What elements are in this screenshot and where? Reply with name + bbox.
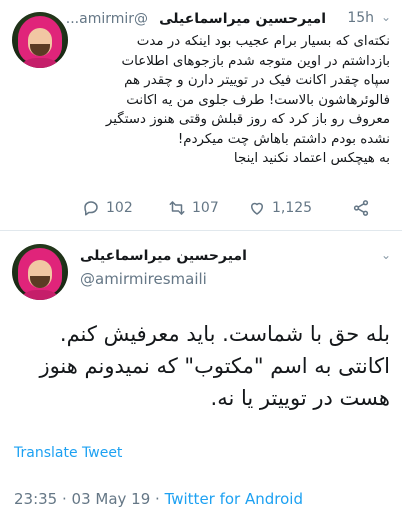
chevron-down-icon[interactable]: ⌄ (378, 248, 394, 264)
retweet-icon (169, 201, 185, 215)
tweet-meta: 23:35 · 03 May 19 · Twitter for Android (14, 490, 303, 508)
tweet-text-line: سپاه چقدر اکانت فیک در توییتر دارن و چقد… (124, 73, 390, 88)
avatar[interactable] (12, 12, 68, 68)
timestamp: 23:35 · 03 May 19 · (14, 490, 165, 508)
like-count: 1,125 (272, 200, 313, 216)
tweet-separator (0, 230, 402, 231)
chevron-down-icon[interactable]: ⌄ (378, 10, 394, 26)
heart-icon (251, 202, 263, 215)
source-link[interactable]: Twitter for Android (165, 490, 303, 508)
reply-icon (84, 201, 98, 216)
tweet-1-text: نکته‌ای که بسیار برام عجیب بود اینکه در … (82, 32, 390, 169)
tweet-text-line: اکانتی به اسم "مکتوب" که نمیدونم هنوز (39, 354, 390, 378)
tweet-text-line: هست در توییتر یا نه. (210, 386, 390, 410)
tweet-text-line: معروف رو باز کرد که روز قبلش وقتی هنوز د… (105, 112, 390, 127)
reply-count: 102 (106, 200, 133, 216)
handle[interactable]: @amirmir... (66, 11, 148, 27)
tweet-text-line: بله حق با شماست. باید معرفیش کنم. (59, 322, 390, 346)
share-button[interactable] (352, 196, 376, 220)
display-name[interactable]: امیرحسین میراسماعیلی (80, 248, 247, 264)
translate-tweet-link[interactable]: Translate Tweet (14, 445, 122, 461)
like-button[interactable]: 1,125 (248, 196, 312, 220)
tweet-text-line: به هیچکس اعتماد نکنید اینجا (233, 151, 390, 166)
display-name[interactable]: امیرحسین میراسماعیلی (159, 11, 326, 27)
tweet-1-header: امیرحسین میراسماعیلی @amirmir... (66, 8, 326, 30)
tweet-1[interactable]: امیرحسین میراسماعیلی @amirmir... 15h ⌄ ن… (0, 0, 402, 230)
tweet-text-line: فالوئرهاشون بالاست! طرف جلوی من یه اکانت (126, 92, 390, 108)
tweet-actions: 102 107 1,125 (82, 196, 382, 220)
handle[interactable]: @amirmiresmaili (80, 270, 207, 288)
avatar[interactable] (12, 244, 68, 300)
tweet-text-line: بازداشتم در اوین متوجه شدم بازجوهای اطلا… (121, 53, 390, 69)
share-icon (353, 200, 369, 216)
tweet-2-text: بله حق با شماست. باید معرفیش کنم. اکانتی… (12, 318, 390, 414)
retweet-count: 107 (192, 200, 219, 216)
reply-button[interactable]: 102 (82, 196, 133, 220)
tweet-text-line: نشده بودم داشتم باهاش چت میکردم! (177, 131, 390, 147)
tweet-time[interactable]: 15h (347, 10, 374, 26)
retweet-button[interactable]: 107 (168, 196, 219, 220)
tweet-text-line: نکته‌ای که بسیار برام عجیب بود اینکه در … (136, 34, 390, 49)
